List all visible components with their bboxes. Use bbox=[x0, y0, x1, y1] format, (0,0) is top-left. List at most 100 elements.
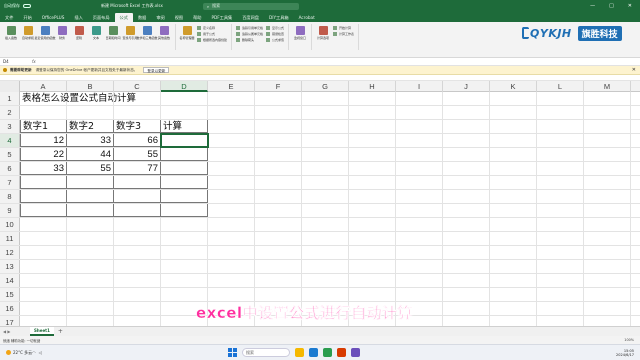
cell-B14[interactable] bbox=[67, 274, 114, 287]
cell-K11[interactable] bbox=[490, 232, 537, 245]
cell-D7[interactable] bbox=[161, 176, 208, 189]
cell-C1[interactable] bbox=[114, 92, 161, 105]
cell-K14[interactable] bbox=[490, 274, 537, 287]
sign-in-button[interactable]: 登录以更新 bbox=[143, 67, 170, 73]
cell-J2[interactable] bbox=[443, 106, 490, 119]
ribbon-small-button[interactable]: 用于公式 bbox=[197, 32, 227, 36]
cell-L14[interactable] bbox=[537, 274, 584, 287]
ribbon-small-button[interactable]: 公式求值 bbox=[266, 38, 284, 42]
cell-H9[interactable] bbox=[349, 204, 396, 217]
cell-E10[interactable] bbox=[208, 218, 255, 231]
ribbon-button-0-9[interactable]: 其他函数 bbox=[157, 24, 171, 50]
ribbon-button-3-0[interactable]: 监视窗口 bbox=[293, 24, 307, 50]
row-header-14[interactable]: 14 bbox=[0, 274, 20, 287]
cell-J13[interactable] bbox=[443, 260, 490, 273]
column-header-G[interactable]: G bbox=[302, 81, 349, 92]
column-header-F[interactable]: F bbox=[255, 81, 302, 92]
app-icon[interactable] bbox=[351, 348, 360, 357]
volume-icon[interactable]: ◁ bbox=[39, 350, 42, 355]
column-header-J[interactable]: J bbox=[443, 81, 490, 92]
cell-F4[interactable] bbox=[255, 134, 302, 147]
cell-I2[interactable] bbox=[396, 106, 443, 119]
cell-A13[interactable] bbox=[20, 260, 67, 273]
ribbon-small-button[interactable]: 删除箭头 bbox=[236, 38, 263, 42]
cell-C8[interactable] bbox=[114, 190, 161, 203]
cell-H10[interactable] bbox=[349, 218, 396, 231]
cell-J14[interactable] bbox=[443, 274, 490, 287]
cell-J15[interactable] bbox=[443, 288, 490, 301]
cell-M13[interactable] bbox=[584, 260, 631, 273]
cell-M3[interactable] bbox=[584, 120, 631, 133]
cell-K16[interactable] bbox=[490, 302, 537, 315]
tab-menu-7[interactable]: 审阅 bbox=[151, 13, 169, 22]
cell-A9[interactable] bbox=[20, 204, 67, 217]
close-button[interactable]: ✕ bbox=[628, 3, 632, 9]
row-header-11[interactable]: 11 bbox=[0, 232, 20, 245]
cell-H6[interactable] bbox=[349, 162, 396, 175]
windows-start-icon[interactable] bbox=[228, 348, 237, 357]
cell-L10[interactable] bbox=[537, 218, 584, 231]
weather-widget[interactable]: 22°C 多云 bbox=[6, 350, 32, 356]
tab-menu-8[interactable]: 视图 bbox=[170, 13, 188, 22]
row-header-12[interactable]: 12 bbox=[0, 246, 20, 259]
cell-G4[interactable] bbox=[302, 134, 349, 147]
cell-H1[interactable] bbox=[349, 92, 396, 105]
excel-app-icon[interactable] bbox=[323, 348, 332, 357]
cell-D12[interactable] bbox=[161, 246, 208, 259]
cell-B9[interactable] bbox=[67, 204, 114, 217]
cell-M7[interactable] bbox=[584, 176, 631, 189]
ribbon-button-0-8[interactable]: 数学和三角函数 bbox=[137, 24, 158, 50]
cell-I15[interactable] bbox=[396, 288, 443, 301]
cell-F5[interactable] bbox=[255, 148, 302, 161]
cell-K15[interactable] bbox=[490, 288, 537, 301]
cell-J5[interactable] bbox=[443, 148, 490, 161]
cell-A5[interactable]: 22 bbox=[20, 148, 67, 161]
cell-D2[interactable] bbox=[161, 106, 208, 119]
clock[interactable]: 15:05 2024/6/17 bbox=[616, 349, 634, 357]
cell-J10[interactable] bbox=[443, 218, 490, 231]
cell-A15[interactable] bbox=[20, 288, 67, 301]
cell-D8[interactable] bbox=[161, 190, 208, 203]
row-header-15[interactable]: 15 bbox=[0, 288, 20, 301]
cell-D3[interactable]: 计算 bbox=[161, 120, 208, 133]
cell-I8[interactable] bbox=[396, 190, 443, 203]
ribbon-small-button[interactable]: 错误检查 bbox=[266, 32, 284, 36]
zoom-level[interactable]: 100% bbox=[624, 338, 634, 342]
cell-M16[interactable] bbox=[584, 302, 631, 315]
row-header-2[interactable]: 2 bbox=[0, 106, 20, 119]
cell-H2[interactable] bbox=[349, 106, 396, 119]
close-icon[interactable]: ✕ bbox=[632, 67, 636, 73]
row-header-10[interactable]: 10 bbox=[0, 218, 20, 231]
cell-G1[interactable] bbox=[302, 92, 349, 105]
ribbon-button-0-2[interactable]: 最近使用的函数 bbox=[35, 24, 56, 50]
cell-B13[interactable] bbox=[67, 260, 114, 273]
edge-browser-icon[interactable] bbox=[309, 348, 318, 357]
cell-C3[interactable]: 数字3 bbox=[114, 120, 161, 133]
cell-F9[interactable] bbox=[255, 204, 302, 217]
ribbon-button-0-7[interactable]: 查找与引用 bbox=[123, 24, 138, 50]
cell-A10[interactable] bbox=[20, 218, 67, 231]
select-all-corner[interactable] bbox=[0, 81, 20, 92]
ribbon-button-0-1[interactable]: 自动求和 bbox=[21, 24, 35, 50]
cell-F8[interactable] bbox=[255, 190, 302, 203]
cell-I11[interactable] bbox=[396, 232, 443, 245]
cell-E5[interactable] bbox=[208, 148, 255, 161]
cell-C4[interactable]: 66 bbox=[114, 134, 161, 147]
column-header-D[interactable]: D bbox=[161, 81, 208, 92]
cell-J11[interactable] bbox=[443, 232, 490, 245]
row-header-1[interactable]: 1 bbox=[0, 92, 20, 105]
cell-G6[interactable] bbox=[302, 162, 349, 175]
cell-G13[interactable] bbox=[302, 260, 349, 273]
cell-M5[interactable] bbox=[584, 148, 631, 161]
tab-menu-5[interactable]: 公式 bbox=[114, 13, 133, 22]
ribbon-small-button[interactable]: 开始计算 bbox=[333, 26, 354, 30]
cell-L6[interactable] bbox=[537, 162, 584, 175]
column-header-H[interactable]: H bbox=[349, 81, 396, 92]
cell-M14[interactable] bbox=[584, 274, 631, 287]
cell-L11[interactable] bbox=[537, 232, 584, 245]
wifi-icon[interactable]: ◠ bbox=[32, 350, 36, 355]
search-box[interactable]: ⌕ 搜索 bbox=[202, 2, 299, 10]
ribbon-button-0-3[interactable]: 财务 bbox=[55, 24, 69, 50]
cell-E7[interactable] bbox=[208, 176, 255, 189]
cell-H11[interactable] bbox=[349, 232, 396, 245]
